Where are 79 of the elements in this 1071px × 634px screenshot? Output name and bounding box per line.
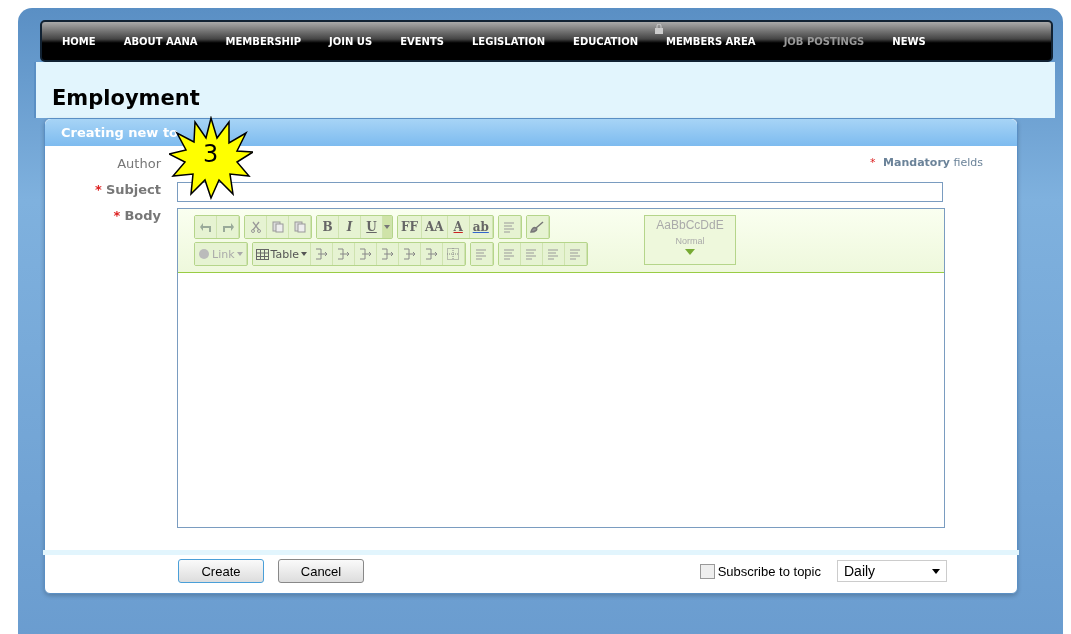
mandatory-note: Mandatory fields <box>883 156 983 169</box>
table-icon <box>255 248 269 260</box>
font-size-button[interactable]: AA <box>422 216 448 238</box>
bold-button[interactable]: B <box>317 216 339 238</box>
undo-button[interactable] <box>195 216 217 238</box>
create-button[interactable]: Create <box>178 559 264 583</box>
nav-link[interactable]: EDUCATION <box>573 35 639 47</box>
table-edit-button[interactable] <box>355 243 377 265</box>
arrow-icon <box>198 221 213 233</box>
more-button[interactable] <box>383 216 392 238</box>
rich-text-editor[interactable]: B I U FF AA A ab Link Table AaBbCcDdE Normal <box>177 208 945 528</box>
frequency-dropdown[interactable]: Daily <box>837 560 947 582</box>
required-asterisk: * <box>95 182 102 197</box>
font-color-button[interactable]: A <box>447 216 470 238</box>
table-edit-icon <box>315 248 328 260</box>
indent-button[interactable] <box>543 243 565 265</box>
table-edit-icon <box>381 248 394 260</box>
list-button[interactable] <box>499 243 521 265</box>
lines-icon <box>568 248 583 260</box>
lines-icon <box>546 248 561 260</box>
field-label: Author <box>117 156 161 171</box>
lines-icon <box>474 248 489 260</box>
font-family-button[interactable]: FF <box>398 216 423 238</box>
required-asterisk: * <box>870 156 876 169</box>
subscribe-checkbox[interactable]: Subscribe to topic <box>699 563 821 579</box>
callout-number: 3 <box>203 142 219 166</box>
arrow-icon <box>220 221 235 233</box>
table-edit-button[interactable] <box>421 243 443 265</box>
grid-icon <box>447 248 460 260</box>
align-button[interactable] <box>498 216 521 238</box>
field-label: Subject <box>105 182 161 197</box>
required-asterisk: * <box>113 208 121 223</box>
table-edit-button[interactable] <box>311 243 333 265</box>
paste-button[interactable] <box>289 216 311 238</box>
highlight-button[interactable]: ab <box>469 216 493 238</box>
caret-icon <box>384 225 390 229</box>
lines-icon <box>502 248 517 260</box>
nav-link[interactable]: MEMBERS AREA <box>666 35 756 47</box>
table-edit-button[interactable] <box>399 243 421 265</box>
document-icon <box>271 221 284 233</box>
nav-link[interactable]: NEWS <box>892 35 926 47</box>
subject-field[interactable] <box>177 182 943 202</box>
nav-link[interactable]: JOB POSTINGS <box>783 35 865 47</box>
indent-button[interactable] <box>565 243 587 265</box>
lines-icon <box>524 248 539 260</box>
table-edit-icon <box>403 248 416 260</box>
table-edit-button[interactable] <box>377 243 399 265</box>
underline-button[interactable]: U <box>361 216 383 238</box>
redo-button[interactable] <box>217 216 239 238</box>
nav-link[interactable]: MEMBERSHIP <box>225 35 302 47</box>
panel-title: Creating new to <box>61 125 179 140</box>
caret-icon <box>932 568 940 574</box>
nav-link[interactable]: ABOUT AANA <box>123 35 198 47</box>
brush-button[interactable] <box>526 216 549 238</box>
paragraph-button[interactable] <box>471 243 493 265</box>
cut-button[interactable] <box>245 216 267 238</box>
brush-icon <box>530 221 545 233</box>
table-edit-icon <box>337 248 350 260</box>
caret-icon <box>685 249 695 255</box>
page-title: Employment <box>52 86 201 110</box>
scissors-icon <box>249 221 262 233</box>
copy-button[interactable] <box>267 216 289 238</box>
lines-icon <box>502 221 517 233</box>
nav-link[interactable]: LEGISLATION <box>471 35 546 47</box>
italic-button[interactable]: I <box>339 216 361 238</box>
cell-borders-button[interactable] <box>443 243 465 265</box>
field-label: Body <box>124 208 161 223</box>
nav-link[interactable]: JOIN US <box>329 35 373 47</box>
caret-icon <box>301 252 307 256</box>
nav-link[interactable]: HOME <box>62 35 96 47</box>
caret-icon <box>236 252 243 256</box>
table-button[interactable]: Table <box>252 243 311 265</box>
nav-link[interactable]: EVENTS <box>400 35 444 47</box>
document-icon <box>293 221 306 233</box>
cancel-button[interactable]: Cancel <box>278 559 364 583</box>
list-button[interactable] <box>521 243 543 265</box>
table-edit-icon <box>425 248 438 260</box>
table-edit-icon <box>359 248 372 260</box>
table-edit-button[interactable] <box>333 243 355 265</box>
